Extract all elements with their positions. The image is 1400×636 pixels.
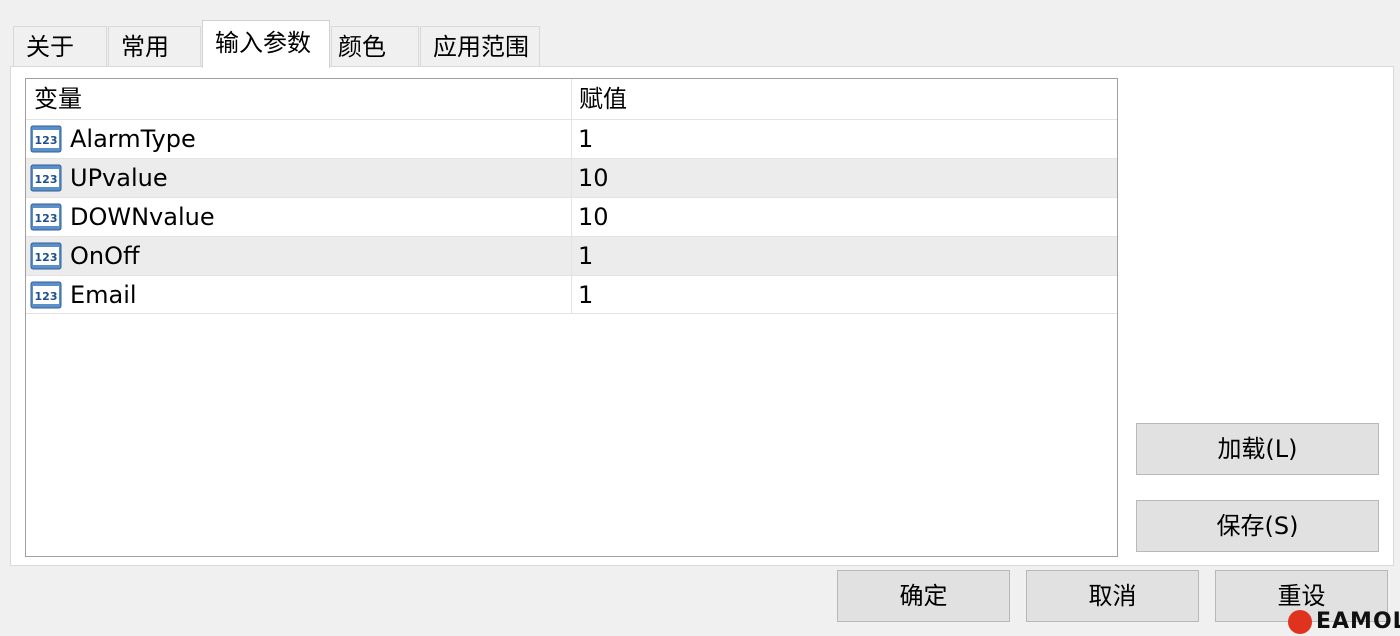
numeric-123-icon: 123 xyxy=(30,164,62,192)
column-header-value[interactable]: 赋值 xyxy=(571,79,627,119)
svg-text:123: 123 xyxy=(35,134,58,147)
column-divider[interactable] xyxy=(571,79,572,313)
svg-text:123: 123 xyxy=(35,212,58,225)
eamol-logo-icon xyxy=(1288,610,1312,634)
parameters-table[interactable]: 变量 赋值 123 AlarmType 1 123 UPvalue 10 123… xyxy=(25,78,1118,557)
ok-button[interactable]: 确定 xyxy=(837,570,1010,622)
eamol-watermark: EAMOL xyxy=(1288,608,1400,636)
variable-value[interactable]: 10 xyxy=(578,159,609,197)
save-button[interactable]: 保存(S) xyxy=(1136,500,1379,552)
numeric-123-icon: 123 xyxy=(30,242,62,270)
numeric-123-icon: 123 xyxy=(30,203,62,231)
svg-text:123: 123 xyxy=(35,173,58,186)
variable-name: AlarmType xyxy=(70,125,196,153)
column-header-variable[interactable]: 变量 xyxy=(26,79,82,119)
variable-value[interactable]: 1 xyxy=(578,276,593,314)
load-button[interactable]: 加载(L) xyxy=(1136,423,1379,475)
tab-common[interactable]: 常用 xyxy=(108,26,201,66)
svg-text:123: 123 xyxy=(35,290,58,303)
variable-name: Email xyxy=(70,281,137,309)
watermark-text: EAMOL xyxy=(1316,609,1400,634)
variable-name: UPvalue xyxy=(70,164,168,192)
variable-name: DOWNvalue xyxy=(70,203,215,231)
tab-colors[interactable]: 颜色 xyxy=(331,26,419,66)
numeric-123-icon: 123 xyxy=(30,281,62,309)
tab-inputs[interactable]: 输入参数 xyxy=(202,20,330,68)
variable-value[interactable]: 1 xyxy=(578,120,593,158)
variable-name: OnOff xyxy=(70,242,140,270)
variable-value[interactable]: 10 xyxy=(578,198,609,236)
numeric-123-icon: 123 xyxy=(30,125,62,153)
tab-scope[interactable]: 应用范围 xyxy=(420,26,540,66)
svg-text:123: 123 xyxy=(35,251,58,264)
cancel-button[interactable]: 取消 xyxy=(1026,570,1199,622)
tab-about[interactable]: 关于 xyxy=(13,26,107,66)
variable-value[interactable]: 1 xyxy=(578,237,593,275)
